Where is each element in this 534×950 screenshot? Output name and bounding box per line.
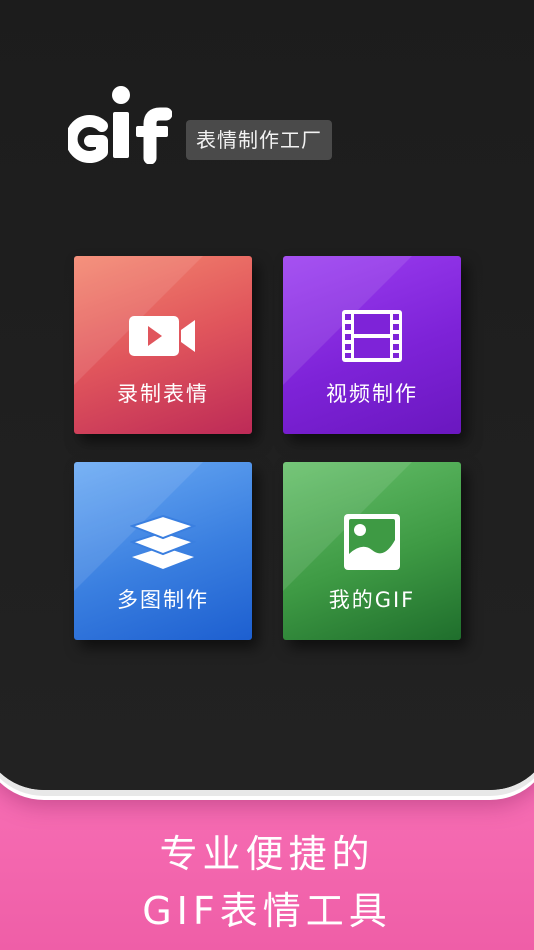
record-emoji-label: 录制表情 bbox=[117, 382, 209, 406]
multi-image-button[interactable]: 多图制作 bbox=[74, 462, 252, 640]
slogan-line-1: 专业便捷的 bbox=[159, 832, 375, 876]
image-icon bbox=[283, 512, 461, 572]
video-making-button[interactable]: 视频制作 bbox=[283, 256, 461, 434]
gif-logo-icon bbox=[68, 86, 172, 164]
my-gif-button[interactable]: 我的GIF bbox=[283, 462, 461, 640]
video-camera-icon bbox=[74, 306, 252, 366]
video-making-label: 视频制作 bbox=[326, 382, 418, 406]
app-subtitle: 表情制作工厂 bbox=[186, 120, 332, 160]
layers-icon bbox=[74, 512, 252, 572]
slogan-line-2: GIF表情工具 bbox=[142, 889, 392, 933]
gif-logo bbox=[68, 84, 172, 164]
record-emoji-button[interactable]: 录制表情 bbox=[74, 256, 252, 434]
multi-image-label: 多图制作 bbox=[117, 588, 209, 612]
my-gif-label: 我的GIF bbox=[328, 588, 416, 612]
film-strip-icon bbox=[283, 306, 461, 366]
